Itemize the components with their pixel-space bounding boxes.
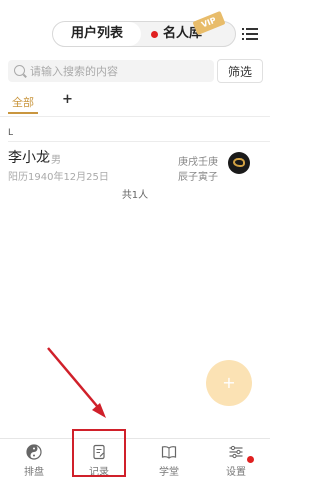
annotation-highlight-box	[72, 429, 126, 477]
bottom-nav: 排盘 记录 学堂 设置	[0, 438, 270, 480]
notification-dot	[247, 456, 254, 463]
divider	[0, 116, 270, 117]
person-gender: 男	[51, 155, 61, 166]
dragon-avatar-icon	[228, 152, 250, 174]
sliders-icon	[229, 445, 243, 459]
nav-item-school[interactable]: 学堂	[144, 439, 194, 480]
add-group-button[interactable]: +	[62, 92, 73, 107]
tab-user-list[interactable]: 用户列表	[53, 22, 141, 46]
nav-label: 设置	[226, 467, 246, 478]
nav-item-settings[interactable]: 设置	[211, 439, 261, 480]
book-icon	[161, 446, 177, 459]
group-tabs: 全部 +	[0, 92, 270, 114]
divider	[8, 141, 270, 142]
section-letter: L	[8, 128, 14, 138]
pillars-line-1: 庚戌壬庚	[178, 157, 218, 168]
active-tab-underline	[8, 112, 38, 114]
nav-label: 学堂	[159, 467, 179, 478]
yin-yang-icon	[26, 444, 42, 460]
search-icon	[14, 65, 25, 76]
filter-button[interactable]: 筛选	[217, 59, 263, 83]
search-box	[8, 60, 214, 82]
search-input[interactable]	[30, 60, 210, 82]
tab-all[interactable]: 全部	[12, 94, 34, 110]
pillars-line-2: 辰子寅子	[178, 172, 218, 183]
tab-celebrity-library[interactable]: 名人库	[145, 22, 235, 46]
person-birth-date: 阳历1940年12月25日	[8, 172, 109, 183]
add-record-fab[interactable]: +	[206, 360, 252, 406]
nav-label: 排盘	[24, 467, 44, 478]
red-dot-indicator	[151, 31, 158, 38]
nav-item-paipan[interactable]: 排盘	[9, 439, 59, 480]
top-bar: 用户列表 名人库 VIP	[0, 0, 270, 52]
person-name: 李小龙	[8, 150, 50, 166]
list-menu-icon[interactable]	[242, 27, 258, 41]
result-count: 共1人	[121, 190, 149, 201]
